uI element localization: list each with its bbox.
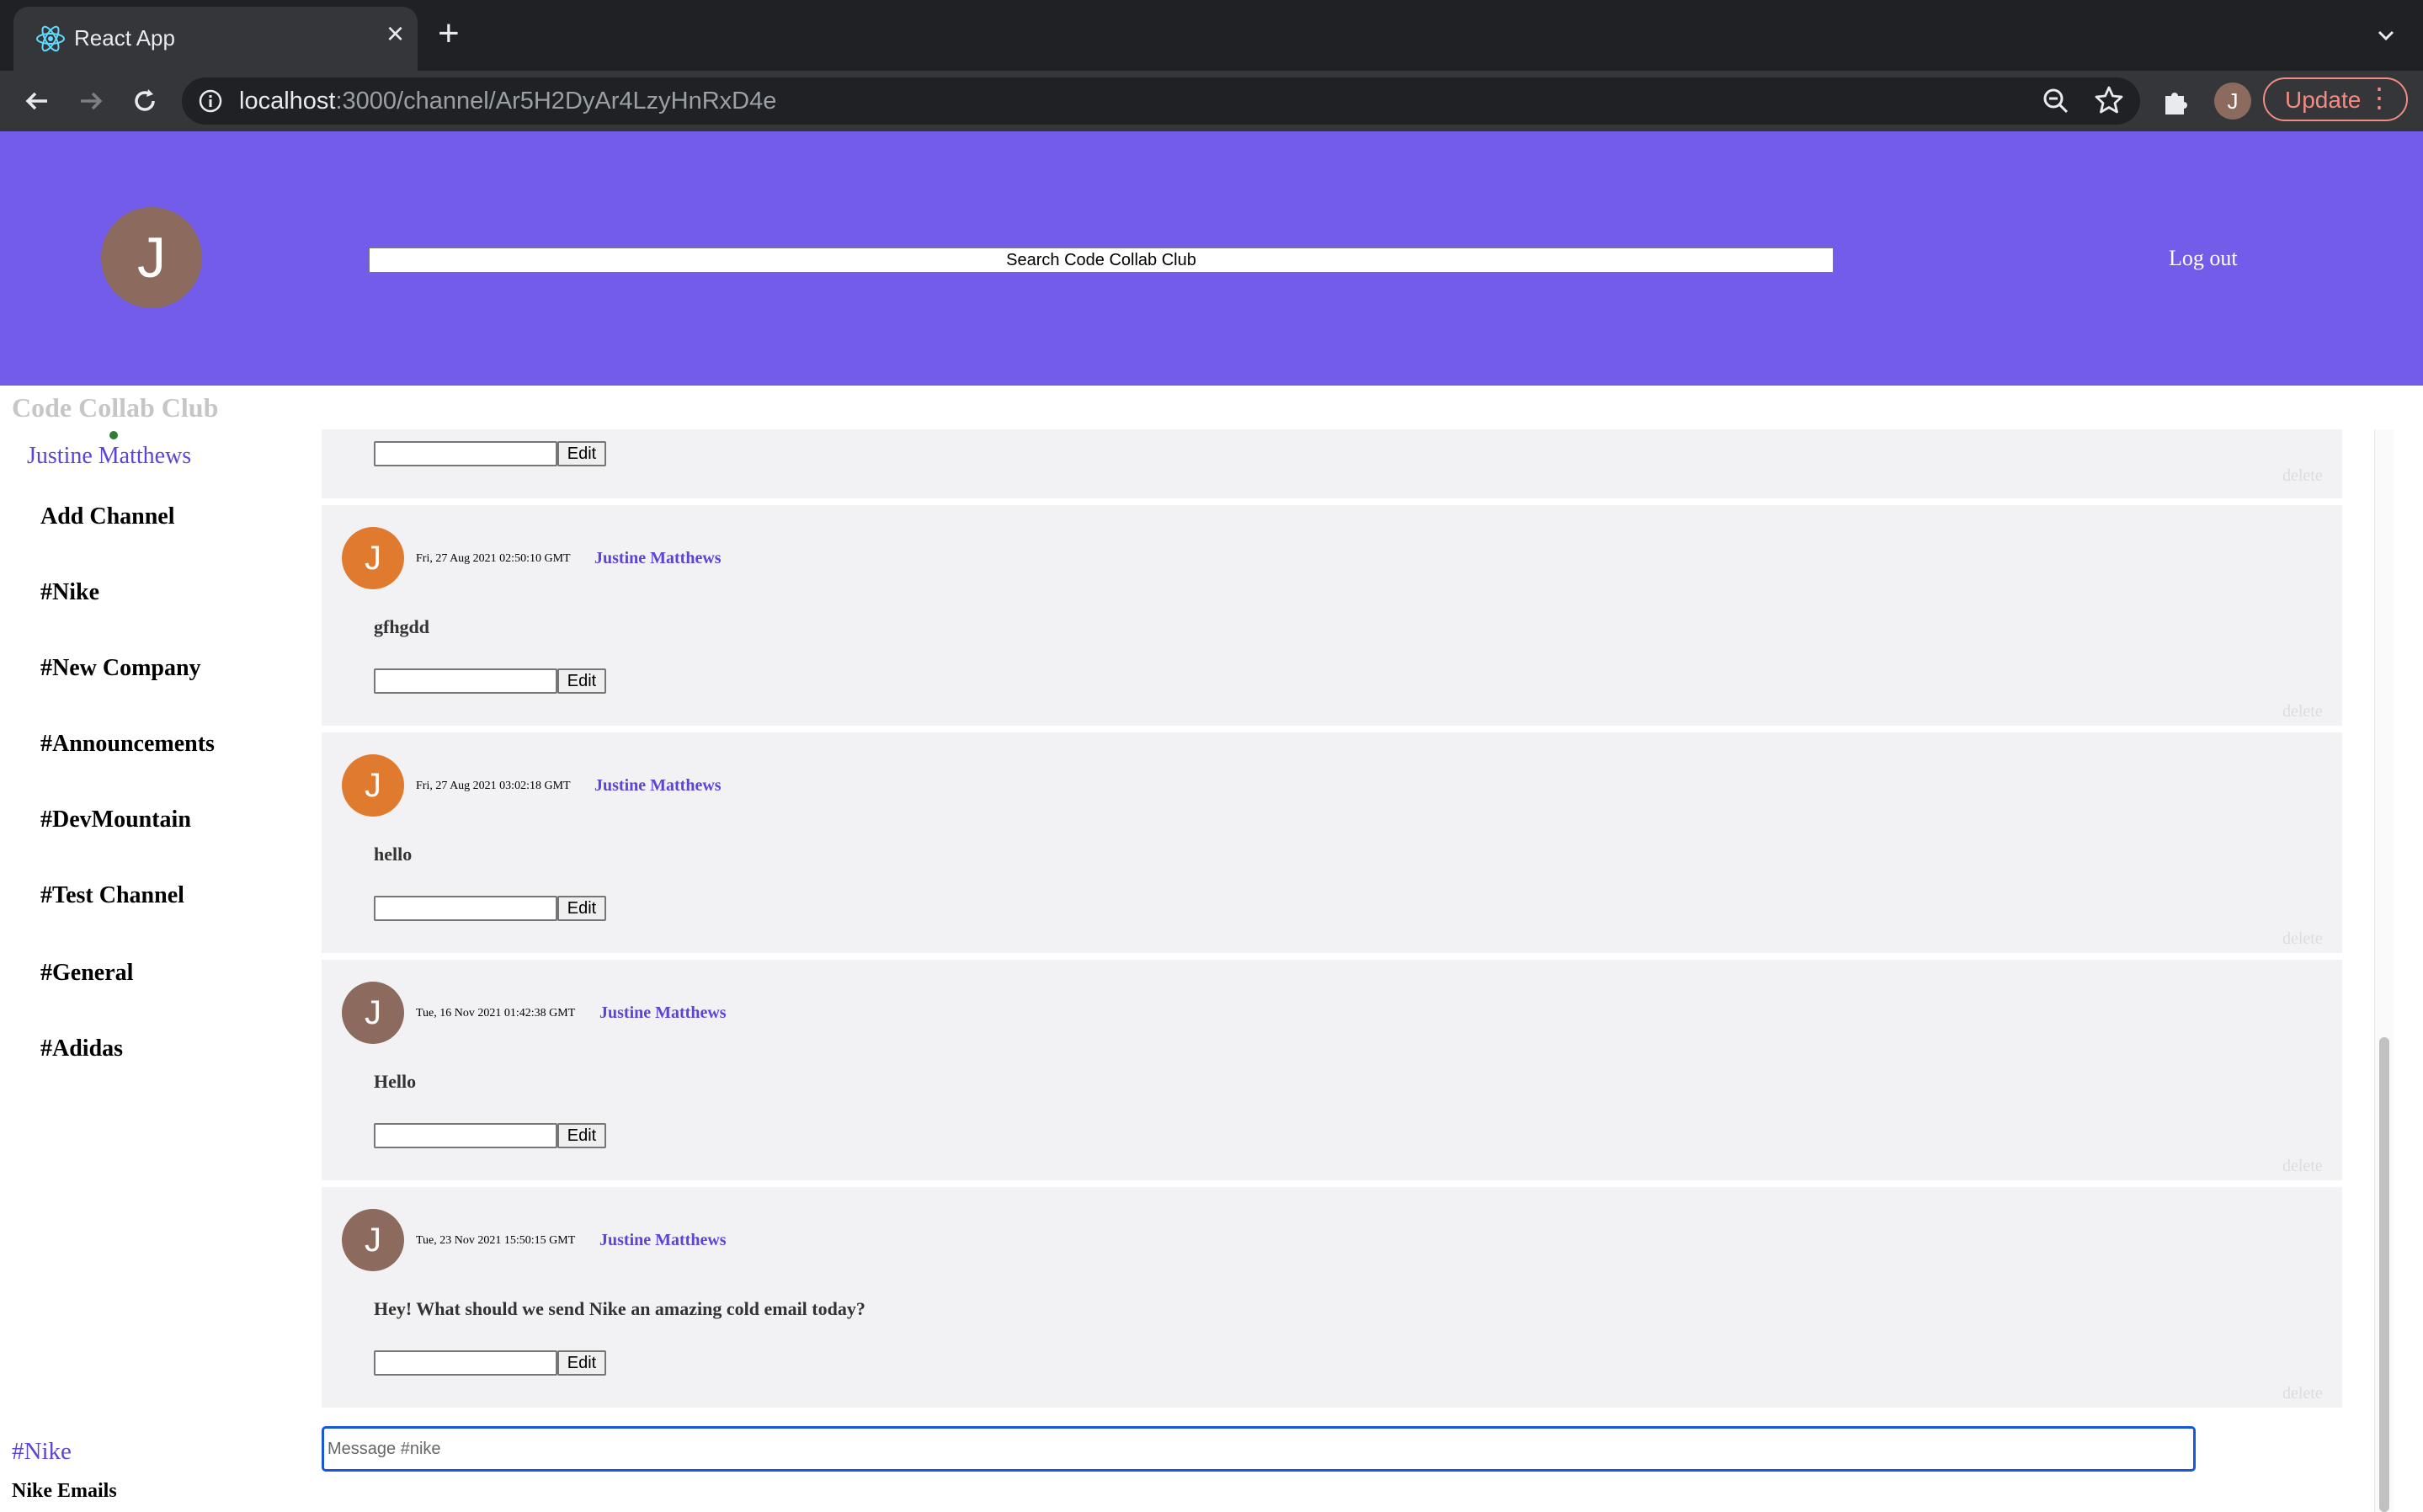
forward-arrow-icon[interactable] [72, 83, 109, 120]
message-avatar: J [342, 1209, 404, 1271]
browser-toolbar: localhost:3000/channel/Ar5H2DyAr4LzyHnRx… [0, 71, 2423, 131]
url-text: localhost:3000/channel/Ar5H2DyAr4LzyHnRx… [239, 88, 777, 114]
edit-button[interactable]: Edit [557, 896, 606, 921]
back-arrow-icon[interactable] [19, 83, 56, 120]
sidebar-channel-general[interactable]: #General [40, 960, 133, 987]
browser-tabstrip: React App × + [0, 0, 2423, 71]
message-timestamp: Tue, 16 Nov 2021 01:42:38 GMT [416, 1007, 576, 1020]
online-status-icon [109, 431, 118, 439]
message-avatar: J [342, 527, 404, 589]
delete-button[interactable]: delete [2282, 466, 2323, 486]
brand-title: Code Collab Club [12, 392, 219, 423]
edit-message-input[interactable] [374, 668, 557, 694]
zoom-out-icon[interactable] [2041, 86, 2071, 116]
message-card: Edit delete [322, 429, 2342, 498]
edit-button[interactable]: Edit [557, 1350, 606, 1376]
sidebar-channel-nike[interactable]: #Nike [40, 579, 99, 606]
info-icon[interactable] [197, 88, 224, 114]
sidebar-channel-announcements[interactable]: #Announcements [40, 731, 215, 758]
delete-button[interactable]: delete [2282, 702, 2323, 721]
message-timestamp: Fri, 27 Aug 2021 03:02:18 GMT [416, 780, 571, 792]
message-text: gfhgdd [374, 616, 430, 637]
message-author[interactable]: Justine Matthews [599, 1231, 727, 1250]
update-label: Update [2285, 87, 2362, 113]
new-tab-icon[interactable]: + [438, 15, 460, 52]
message-author[interactable]: Justine Matthews [599, 1004, 727, 1023]
message-list[interactable]: Edit delete J Fri, 27 Aug 2021 02:50:10 … [322, 429, 2342, 1414]
message-card: J Fri, 27 Aug 2021 02:50:10 GMT Justine … [322, 505, 2342, 726]
sidebar-channel-new-company[interactable]: #New Company [40, 655, 201, 682]
edit-button[interactable]: Edit [557, 1123, 606, 1148]
edit-message-input[interactable] [374, 441, 557, 466]
message-card: J Tue, 16 Nov 2021 01:42:38 GMT Justine … [322, 960, 2342, 1180]
sidebar-channel-adidas[interactable]: #Adidas [40, 1036, 123, 1062]
delete-button[interactable]: delete [2282, 929, 2323, 949]
message-timestamp: Tue, 23 Nov 2021 15:50:15 GMT [416, 1234, 576, 1247]
message-input[interactable] [322, 1426, 2196, 1472]
current-channel-name: #Nike [12, 1438, 72, 1465]
message-card: J Fri, 27 Aug 2021 03:02:18 GMT Justine … [322, 732, 2342, 953]
tab-title: React App [74, 25, 175, 51]
more-vertical-icon[interactable]: ⋮ [2366, 84, 2393, 111]
edit-message-input[interactable] [374, 1350, 557, 1376]
reload-icon[interactable] [126, 83, 163, 120]
sidebar-channel-test-channel[interactable]: #Test Channel [40, 882, 184, 909]
message-text: Hello [374, 1071, 417, 1092]
address-bar[interactable]: localhost:3000/channel/Ar5H2DyAr4LzyHnRx… [182, 77, 2140, 125]
tab-close-icon[interactable]: × [386, 19, 404, 49]
current-channel-description: Nike Emails [12, 1480, 117, 1502]
scrollbar[interactable] [2374, 429, 2394, 1512]
update-button[interactable]: Update ⋮ [2263, 77, 2408, 121]
profile-avatar[interactable]: J [2214, 83, 2251, 120]
sidebar-user-name[interactable]: Justine Matthews [27, 443, 191, 470]
user-avatar[interactable]: J [101, 207, 202, 308]
browser-tab[interactable]: React App × [13, 7, 418, 71]
message-avatar: J [342, 982, 404, 1044]
react-icon [36, 25, 65, 52]
message-author[interactable]: Justine Matthews [594, 549, 722, 568]
delete-button[interactable]: delete [2282, 1384, 2323, 1403]
message-text: hello [374, 844, 413, 865]
search-input[interactable] [369, 248, 1834, 273]
delete-button[interactable]: delete [2282, 1157, 2323, 1176]
chevron-down-icon[interactable] [2372, 22, 2399, 49]
scrollbar-thumb[interactable] [2379, 1037, 2389, 1512]
extensions-puzzle-icon[interactable] [2160, 86, 2192, 118]
edit-message-input[interactable] [374, 896, 557, 921]
message-author[interactable]: Justine Matthews [594, 776, 722, 796]
message-timestamp: Fri, 27 Aug 2021 02:50:10 GMT [416, 552, 571, 565]
message-text: Hey! What should we send Nike an amazing… [374, 1298, 865, 1319]
logout-button[interactable]: Log out [2169, 246, 2238, 271]
bookmark-star-icon[interactable] [2093, 84, 2125, 116]
edit-button[interactable]: Edit [557, 441, 606, 466]
app-header: J Log out [0, 131, 2423, 386]
sidebar-channel-devmountain[interactable]: #DevMountain [40, 807, 191, 833]
edit-message-input[interactable] [374, 1123, 557, 1148]
message-avatar: J [342, 754, 404, 817]
add-channel-button[interactable]: Add Channel [40, 503, 175, 530]
message-card: J Tue, 23 Nov 2021 15:50:15 GMT Justine … [322, 1187, 2342, 1408]
edit-button[interactable]: Edit [557, 668, 606, 694]
